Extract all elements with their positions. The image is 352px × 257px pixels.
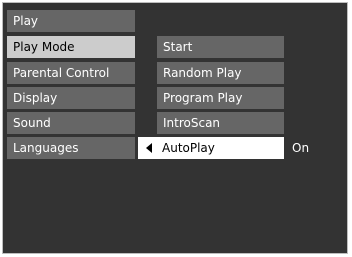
submenu-item-label: IntroScan	[163, 116, 221, 130]
menu-item-play[interactable]: Play	[7, 10, 135, 32]
submenu-item-introscan[interactable]: IntroScan	[157, 112, 284, 134]
autoplay-value: On	[292, 141, 310, 155]
submenu-item-random-play[interactable]: Random Play	[157, 62, 284, 84]
menu-item-languages[interactable]: Languages	[7, 137, 135, 159]
menu-item-parental-control[interactable]: Parental Control	[7, 62, 135, 84]
submenu-item-program-play[interactable]: Program Play	[157, 87, 284, 109]
menu-screen: Play Play Mode Parental Control Display …	[2, 2, 348, 254]
menu-item-sound[interactable]: Sound	[7, 112, 135, 134]
menu-item-label: Play Mode	[13, 40, 75, 54]
submenu-item-start[interactable]: Start	[157, 36, 284, 58]
submenu-item-label: Start	[163, 40, 193, 54]
triangle-left-icon	[146, 142, 152, 153]
menu-item-label: Languages	[13, 141, 79, 155]
menu-item-label: Play	[13, 14, 39, 28]
submenu-item-label: Program Play	[163, 91, 243, 105]
menu-item-label: Display	[13, 91, 58, 105]
menu-item-display[interactable]: Display	[7, 87, 135, 109]
menu-item-play-mode[interactable]: Play Mode	[7, 36, 135, 58]
menu-item-label: Sound	[13, 116, 51, 130]
submenu-item-label: Random Play	[163, 66, 242, 80]
submenu-item-autoplay[interactable]: AutoPlay	[138, 137, 284, 159]
submenu-item-label: AutoPlay	[162, 141, 215, 155]
menu-item-label: Parental Control	[13, 66, 110, 80]
